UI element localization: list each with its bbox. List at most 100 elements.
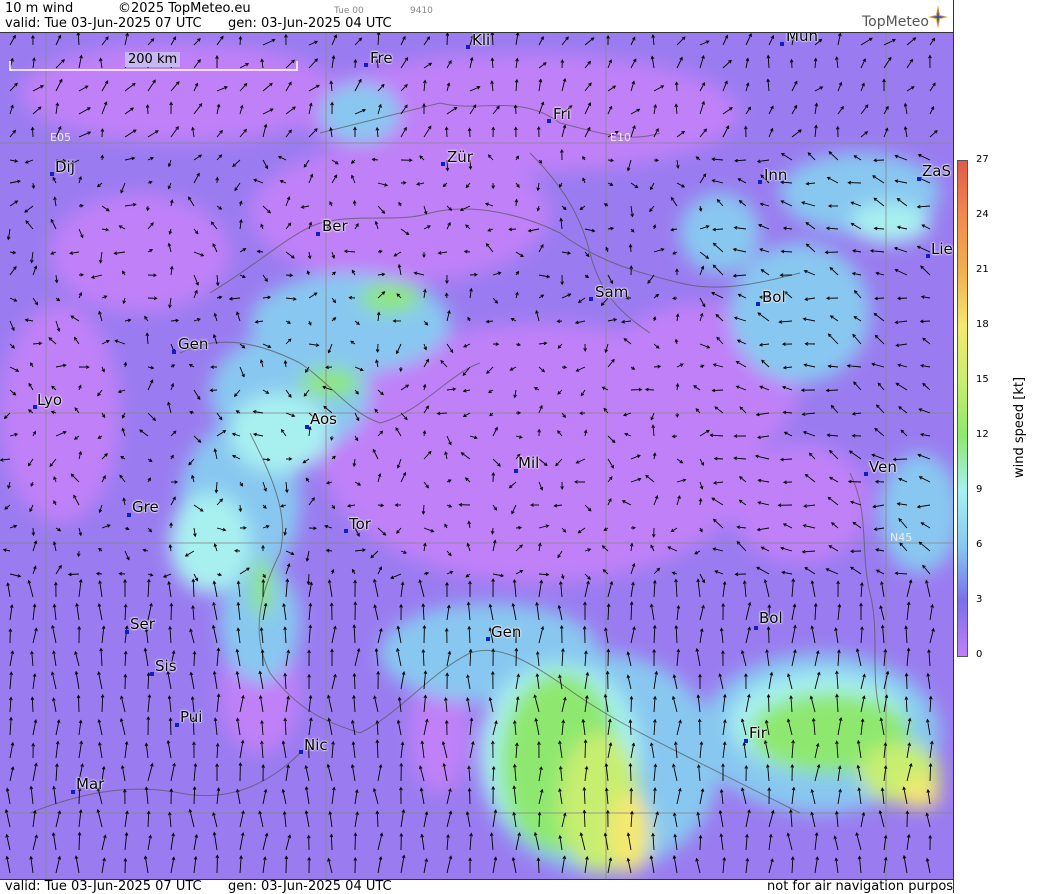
wind-arrow — [769, 695, 770, 712]
wind-field-layer — [0, 33, 953, 879]
footer-valid-time: valid: Tue 03-Jun-2025 07 UTC — [5, 880, 202, 894]
scale-bar-label: 200 km — [125, 52, 180, 67]
city-label-pui: Pui — [180, 708, 202, 726]
city-label-ber: Ber — [322, 217, 348, 235]
city-marker — [305, 425, 309, 429]
wind-arrow — [700, 836, 701, 850]
colorbar — [957, 160, 968, 657]
city-label-lyo: Lyo — [37, 391, 62, 409]
city-label-sis: Sis — [155, 657, 177, 675]
city-marker — [917, 177, 921, 181]
grid-label-e05: E05 — [50, 131, 71, 144]
city-label-gen-south: Gen — [491, 623, 521, 641]
copyright: ©2025 TopMeteo.eu — [118, 2, 251, 16]
colorbar-tick-label: 24 — [976, 209, 989, 220]
colorbar-segment — [958, 326, 967, 381]
wind-arrow — [79, 833, 80, 850]
city-label-ser: Ser — [130, 615, 155, 633]
wind-arrow — [170, 718, 171, 735]
city-label-zur: Zür — [447, 148, 473, 166]
city-label-zas: ZaS — [922, 162, 951, 180]
colorbar-tick-label: 21 — [976, 264, 989, 275]
city-label-tor: Tor — [349, 515, 371, 533]
city-label-mun: Mün — [786, 33, 818, 45]
wind-arrow — [263, 650, 264, 666]
city-marker — [344, 529, 348, 533]
wind-arrow — [907, 674, 908, 689]
city-label-bol-north: Bol — [762, 288, 786, 306]
generated-time: gen: 03-Jun-2025 04 UTC — [228, 17, 392, 31]
footer-bar: valid: Tue 03-Jun-2025 07 UTC gen: 03-Ju… — [0, 879, 953, 894]
city-marker — [547, 119, 551, 123]
city-marker — [926, 254, 930, 258]
city-marker — [756, 302, 760, 306]
wind-arrow — [849, 482, 861, 483]
wind-arrow — [194, 652, 195, 666]
colorbar-segment — [958, 601, 967, 656]
header-bar: 10 m wind ©2025 TopMeteo.eu Tue 00 9410 … — [0, 0, 953, 33]
colorbar-segment — [958, 491, 967, 546]
city-label-dij: Dij — [55, 158, 75, 176]
wind-arrow — [447, 33, 448, 45]
grid-label-e10: E10 — [610, 131, 631, 144]
wind-arrow — [769, 627, 770, 643]
city-marker — [172, 350, 176, 354]
city-marker — [71, 790, 75, 794]
city-marker — [486, 637, 490, 641]
topmeteo-logo: TopMeteo — [862, 14, 929, 30]
city-label-inn: Inn — [764, 166, 787, 184]
colorbar-segment — [958, 271, 967, 326]
disclaimer: not for air navigation purposes — [767, 880, 968, 894]
city-label-mil: Mil — [518, 454, 539, 472]
city-label-aos: Aos — [310, 410, 337, 428]
city-label-bol-south: Bol — [759, 609, 783, 627]
valid-time: valid: Tue 03-Jun-2025 07 UTC — [5, 17, 202, 31]
colorbar-tick-label: 6 — [976, 539, 982, 550]
wind-arrow — [79, 695, 80, 712]
wind-arrow — [631, 697, 632, 712]
city-marker — [316, 232, 320, 236]
colorbar-tick-label: 15 — [976, 374, 989, 385]
wind-arrow — [355, 833, 356, 850]
colorbar-tick-label: 27 — [976, 154, 989, 165]
colorbar-tick-label: 0 — [976, 649, 982, 660]
colorbar-segment — [958, 216, 967, 271]
colorbar-tick-label: 18 — [976, 319, 989, 330]
city-label-gre: Gre — [132, 498, 159, 516]
city-marker — [299, 750, 303, 754]
colorbar-tick-label: 12 — [976, 429, 989, 440]
city-label-mar: Mar — [76, 775, 104, 793]
colorbar-segment — [958, 436, 967, 491]
city-marker — [754, 626, 758, 630]
city-label-fre: Fre — [370, 49, 393, 67]
wind-arrow — [585, 740, 586, 758]
colorbar-segment — [958, 381, 967, 436]
colorbar-segment — [958, 546, 967, 601]
city-marker — [50, 172, 54, 176]
product-code: 9410 — [410, 4, 433, 18]
city-label-nic: Nic — [304, 736, 328, 754]
wind-arrow — [827, 390, 839, 391]
city-label-kli: Kli — [472, 33, 490, 49]
wind-arrow — [470, 789, 471, 804]
wind-arrow — [171, 604, 172, 620]
city-marker — [175, 723, 179, 727]
wind-map[interactable]: 200 km E05 E10 N45 Kli Mün Fre Fri Dij Z… — [0, 33, 953, 879]
city-marker — [441, 162, 445, 166]
colorbar-tick-label: 3 — [976, 594, 982, 605]
footer-generated-time: gen: 03-Jun-2025 04 UTC — [228, 880, 392, 894]
city-marker — [780, 42, 784, 46]
city-marker — [744, 739, 748, 743]
city-marker — [127, 513, 131, 517]
grid-label-n45: N45 — [890, 531, 912, 544]
city-marker — [758, 180, 762, 184]
city-marker — [364, 63, 368, 67]
wind-arrow — [331, 835, 332, 851]
city-marker — [589, 297, 593, 301]
city-label-fri: Fri — [553, 105, 571, 123]
city-marker — [864, 472, 868, 476]
colorbar-tick-label: 9 — [976, 484, 982, 495]
city-label-fir: Fir — [749, 724, 767, 742]
city-label-ven: Ven — [869, 458, 897, 476]
colorbar-segment — [958, 161, 967, 216]
